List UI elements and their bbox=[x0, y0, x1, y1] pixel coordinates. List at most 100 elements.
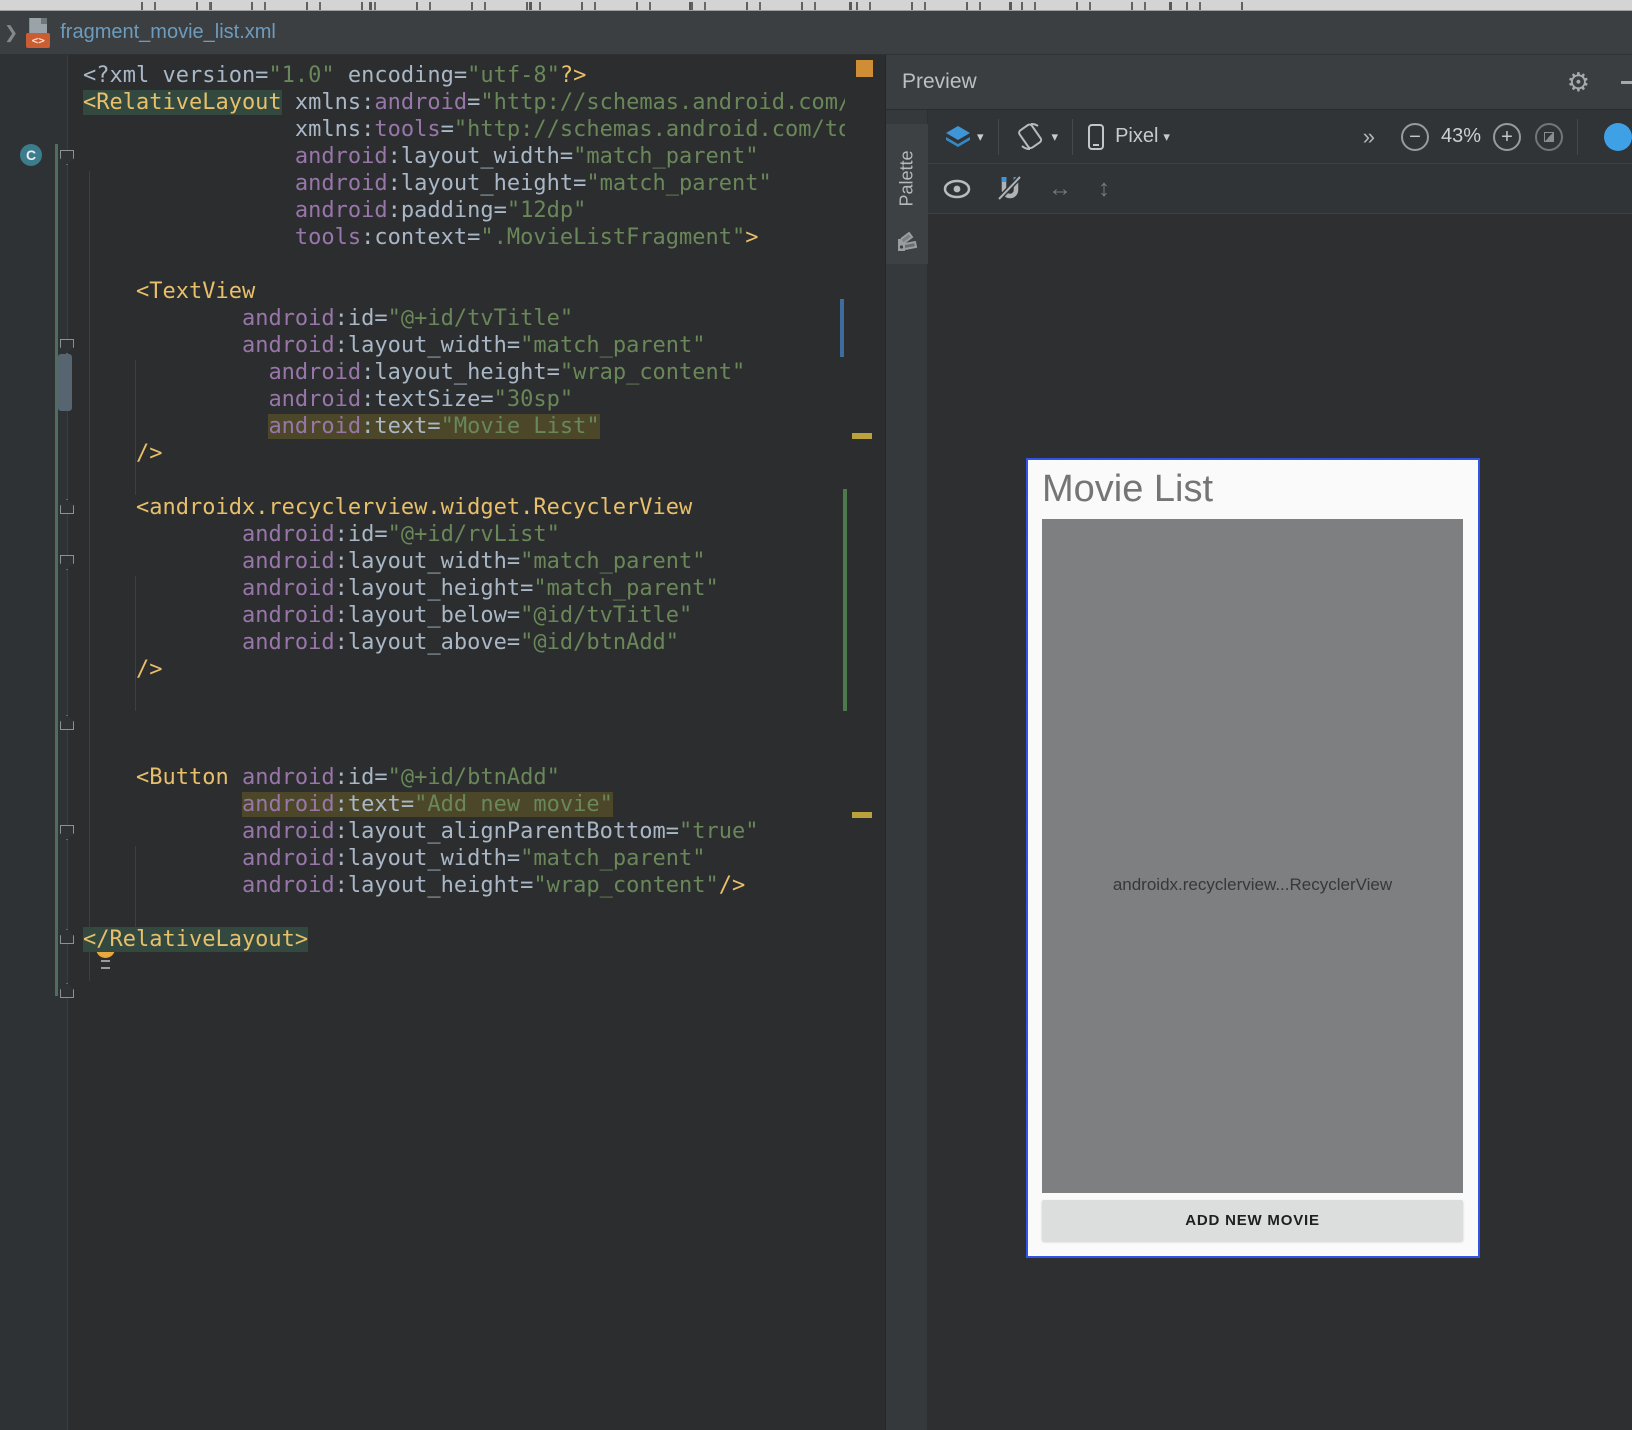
palette-tab-label: Palette bbox=[897, 134, 918, 224]
code-line[interactable]: android:layout_height="wrap_content" bbox=[83, 359, 845, 386]
class-gutter-icon[interactable]: C bbox=[20, 144, 42, 166]
more-actions-chevrons-icon[interactable]: » bbox=[1363, 124, 1375, 150]
code-line[interactable]: android:text="Add new movie" bbox=[83, 791, 845, 818]
code-token: :layout_width= bbox=[335, 333, 520, 358]
code-line[interactable] bbox=[83, 683, 845, 710]
left-tool-strip: Palette bbox=[886, 110, 928, 1430]
code-token bbox=[83, 387, 268, 412]
code-line[interactable]: tools:context=".MovieListFragment"> bbox=[83, 224, 845, 251]
code-line[interactable]: android:id="@+id/tvTitle" bbox=[83, 305, 845, 332]
code-token: :text= bbox=[335, 792, 414, 817]
breadcrumb-chevron-icon[interactable]: ❯ bbox=[4, 23, 18, 43]
zoom-out-button[interactable]: − bbox=[1401, 123, 1429, 151]
code-token: :layout_width= bbox=[335, 846, 520, 871]
code-line[interactable]: android:textSize="30sp" bbox=[83, 386, 845, 413]
code-token bbox=[83, 522, 242, 547]
default-margins-v-icon[interactable]: ↕ bbox=[1098, 175, 1110, 203]
code-line[interactable]: android:layout_width="match_parent" bbox=[83, 548, 845, 575]
code-line[interactable]: android:text="Movie List" bbox=[83, 413, 845, 440]
code-token bbox=[83, 792, 242, 817]
code-line[interactable]: android:layout_width="match_parent" bbox=[83, 845, 845, 872]
code-line[interactable]: android:layout_height="match_parent" bbox=[83, 575, 845, 602]
code-line[interactable]: /> bbox=[83, 440, 845, 467]
code-line[interactable]: android:layout_width="match_parent" bbox=[83, 143, 845, 170]
stripe-highlight-mark[interactable] bbox=[852, 433, 872, 439]
chevron-down-icon[interactable]: ▾ bbox=[977, 129, 984, 145]
device-selector[interactable]: Pixel bbox=[1115, 125, 1158, 148]
code-line[interactable]: <TextView bbox=[83, 278, 845, 305]
code-line[interactable]: android:layout_height="match_parent" bbox=[83, 170, 845, 197]
preview-recyclerview[interactable]: androidx.recyclerview...RecyclerView bbox=[1042, 519, 1463, 1193]
code-token: :text= bbox=[361, 414, 440, 439]
code-line[interactable]: android:id="@+id/rvList" bbox=[83, 521, 845, 548]
tab-file-name[interactable]: fragment_movie_list.xml bbox=[60, 21, 276, 44]
design-surface-icon[interactable] bbox=[944, 124, 972, 150]
android-studio-window: { "tab_bar": { "file_name": "fragment_mo… bbox=[0, 0, 1632, 1430]
window-title-bar bbox=[0, 0, 1632, 11]
device-preview-frame[interactable]: Movie List androidx.recyclerview...Recyc… bbox=[1026, 458, 1480, 1258]
device-phone-icon[interactable] bbox=[1087, 123, 1105, 151]
code-line[interactable]: android:layout_width="match_parent" bbox=[83, 332, 845, 359]
code-token: android bbox=[242, 873, 335, 898]
code-line[interactable]: android:layout_below="@id/tvTitle" bbox=[83, 602, 845, 629]
zoom-in-button[interactable]: + bbox=[1493, 123, 1521, 151]
code-token: android bbox=[242, 765, 335, 790]
code-token: "Add new movie" bbox=[414, 792, 613, 817]
palette-tool-tab[interactable]: Palette bbox=[886, 124, 928, 264]
code-token: "match_parent" bbox=[586, 171, 771, 196]
code-token: "@id/tvTitle" bbox=[520, 603, 692, 628]
code-line[interactable]: <androidx.recyclerview.widget.RecyclerVi… bbox=[83, 494, 845, 521]
code-token bbox=[83, 657, 136, 682]
code-line[interactable]: android:padding="12dp" bbox=[83, 197, 845, 224]
code-token: android bbox=[374, 90, 467, 115]
default-margins-h-icon[interactable]: ↔ bbox=[1048, 175, 1072, 203]
render-status-dot[interactable] bbox=[1604, 123, 1632, 151]
code-token bbox=[83, 171, 295, 196]
code-token bbox=[83, 576, 242, 601]
preview-add-movie-button[interactable]: ADD NEW MOVIE bbox=[1042, 1200, 1463, 1241]
code-token: "Movie List" bbox=[441, 414, 600, 439]
code-token: "1.0" bbox=[268, 63, 334, 88]
chevron-down-icon[interactable]: ▾ bbox=[1052, 129, 1059, 145]
gear-icon[interactable]: ⚙ bbox=[1567, 55, 1590, 110]
code-line[interactable]: android:layout_height="wrap_content"/> bbox=[83, 872, 845, 899]
hide-panel-icon[interactable] bbox=[1621, 81, 1632, 84]
code-line[interactable]: android:layout_above="@id/btnAdd" bbox=[83, 629, 845, 656]
code-line[interactable]: <?xml version="1.0" encoding="utf-8"?> bbox=[83, 62, 845, 89]
code-token: "match_parent" bbox=[573, 144, 758, 169]
code-line[interactable] bbox=[83, 467, 845, 494]
zoom-to-fit-button[interactable] bbox=[1535, 123, 1563, 151]
autoconnect-off-magnet-icon[interactable] bbox=[996, 175, 1024, 203]
stripe-highlight-mark[interactable] bbox=[852, 812, 872, 818]
code-line[interactable]: </RelativeLayout> bbox=[83, 926, 845, 953]
orientation-icon[interactable] bbox=[1013, 121, 1047, 153]
code-token: "utf-8" bbox=[467, 63, 560, 88]
code-line[interactable]: /> bbox=[83, 656, 845, 683]
palette-icon bbox=[895, 230, 919, 254]
code-editor[interactable]: <?xml version="1.0" encoding="utf-8"?><R… bbox=[83, 62, 845, 1422]
code-token: android bbox=[295, 171, 388, 196]
code-line[interactable]: <Button android:id="@+id/btnAdd" bbox=[83, 764, 845, 791]
preview-textview-title[interactable]: Movie List bbox=[1042, 468, 1213, 511]
code-token bbox=[83, 765, 136, 790]
code-token: :layout_below= bbox=[335, 603, 520, 628]
code-line[interactable] bbox=[83, 251, 845, 278]
code-token bbox=[83, 495, 136, 520]
code-token: /> bbox=[136, 441, 163, 466]
stripe-selection-mark bbox=[840, 299, 844, 357]
code-token: android bbox=[242, 630, 335, 655]
code-line[interactable]: android:layout_alignParentBottom="true" bbox=[83, 818, 845, 845]
code-line[interactable] bbox=[83, 710, 845, 737]
code-line[interactable]: xmlns:tools="http://schemas.android.com/… bbox=[83, 116, 845, 143]
code-token bbox=[83, 225, 295, 250]
file-xml-badge: <> bbox=[26, 33, 50, 48]
view-options-eye-icon[interactable] bbox=[942, 178, 972, 200]
code-token: :layout_alignParentBottom= bbox=[335, 819, 679, 844]
code-token: "match_parent" bbox=[520, 846, 705, 871]
code-line[interactable] bbox=[83, 899, 845, 926]
code-line[interactable]: <RelativeLayout xmlns:android="http://sc… bbox=[83, 89, 845, 116]
code-line[interactable] bbox=[83, 737, 845, 764]
inspection-status-square[interactable] bbox=[856, 60, 873, 77]
chevron-down-icon[interactable]: ▾ bbox=[1163, 129, 1170, 145]
code-token: :id= bbox=[335, 522, 388, 547]
